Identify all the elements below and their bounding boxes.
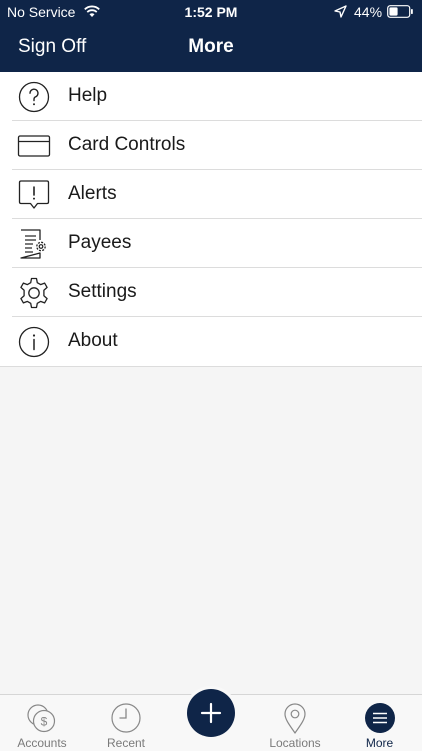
nav-bar: Sign Off More bbox=[0, 24, 422, 72]
help-icon bbox=[18, 81, 50, 113]
top-bar: No Service 1:52 PM 44% Sign Off More bbox=[0, 0, 422, 72]
menu-item-label: About bbox=[68, 330, 118, 351]
battery-percent: 44% bbox=[354, 4, 383, 20]
accounts-icon: $ bbox=[27, 704, 56, 733]
add-action-button[interactable] bbox=[187, 689, 235, 737]
alert-icon bbox=[18, 180, 50, 209]
battery-icon bbox=[387, 5, 413, 18]
menu-icon bbox=[364, 703, 395, 733]
tab-label: Accounts bbox=[17, 736, 67, 750]
menu-item-label: Help bbox=[68, 85, 108, 106]
card-icon bbox=[17, 135, 51, 157]
tab-locations[interactable]: Locations bbox=[253, 695, 337, 751]
tab-label: More bbox=[365, 736, 394, 750]
more-menu-list: Help Card Controls Alerts Payees Setting… bbox=[0, 72, 422, 367]
plus-icon bbox=[200, 702, 222, 724]
tab-label: Recent bbox=[106, 736, 146, 750]
location-pin-icon bbox=[284, 703, 306, 734]
clock-icon bbox=[111, 703, 141, 733]
menu-item-settings[interactable]: Settings bbox=[0, 268, 422, 317]
tab-label: Locations bbox=[269, 736, 321, 750]
svg-text:$: $ bbox=[41, 715, 48, 729]
menu-item-label: Card Controls bbox=[68, 134, 186, 155]
menu-item-about[interactable]: About bbox=[0, 317, 422, 367]
menu-item-label: Settings bbox=[68, 281, 137, 302]
info-icon bbox=[18, 326, 50, 358]
payees-icon bbox=[20, 229, 46, 259]
gear-icon bbox=[20, 277, 48, 309]
menu-item-alerts[interactable]: Alerts bbox=[0, 170, 422, 219]
menu-item-help[interactable]: Help bbox=[0, 72, 422, 121]
tab-accounts[interactable]: $ Accounts bbox=[0, 695, 84, 751]
menu-item-card-controls[interactable]: Card Controls bbox=[0, 121, 422, 170]
sign-off-button[interactable]: Sign Off bbox=[18, 36, 86, 58]
menu-item-label: Alerts bbox=[68, 183, 117, 204]
menu-item-payees[interactable]: Payees bbox=[0, 219, 422, 268]
location-arrow-icon bbox=[334, 5, 347, 18]
tab-recent[interactable]: Recent bbox=[84, 695, 168, 751]
tab-more[interactable]: More bbox=[337, 695, 422, 751]
status-bar: No Service 1:52 PM 44% bbox=[0, 0, 422, 24]
menu-item-label: Payees bbox=[68, 232, 132, 253]
